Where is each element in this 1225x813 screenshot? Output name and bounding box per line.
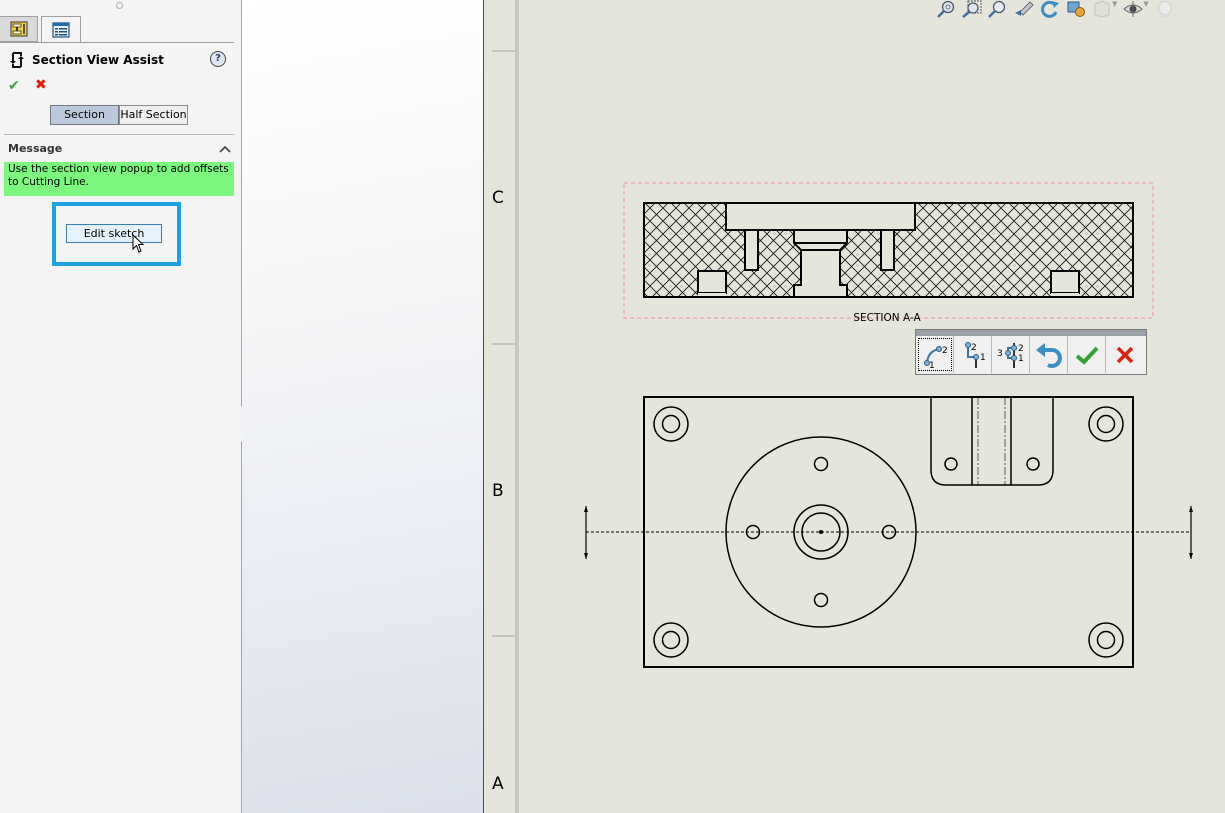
svg-text:2: 2 — [1018, 344, 1024, 354]
check-icon — [1075, 346, 1098, 365]
accept-button[interactable] — [1068, 336, 1106, 373]
section-label: SECTION A-A — [853, 312, 921, 324]
svg-text:1: 1 — [1018, 354, 1024, 364]
arc-offset-button[interactable]: 21 — [916, 336, 954, 373]
arc-offset-icon: 21 — [923, 345, 948, 369]
svg-text:2: 2 — [942, 346, 948, 356]
section-view-popup: 21 21 321 — [915, 329, 1147, 375]
svg-text:1: 1 — [980, 353, 986, 363]
drawing-canvas: SECTION A-A — [584, 182, 1193, 668]
notch-offset-button[interactable]: 3 21 — [992, 336, 1030, 373]
single-offset-icon: 21 — [964, 341, 986, 368]
undo-icon — [1035, 342, 1062, 368]
cutting-line[interactable] — [584, 506, 1193, 559]
notch-offset-icon: 3 21 — [997, 342, 1024, 368]
svg-text:2: 2 — [971, 343, 977, 353]
svg-text:3: 3 — [997, 349, 1003, 359]
single-offset-button[interactable]: 21 — [954, 336, 992, 373]
cancel-popup-button[interactable] — [1106, 336, 1144, 373]
undo-button[interactable] — [1030, 336, 1068, 373]
section-view-a-a[interactable] — [643, 202, 1134, 298]
close-icon — [1116, 346, 1134, 363]
svg-text:1: 1 — [929, 361, 935, 369]
